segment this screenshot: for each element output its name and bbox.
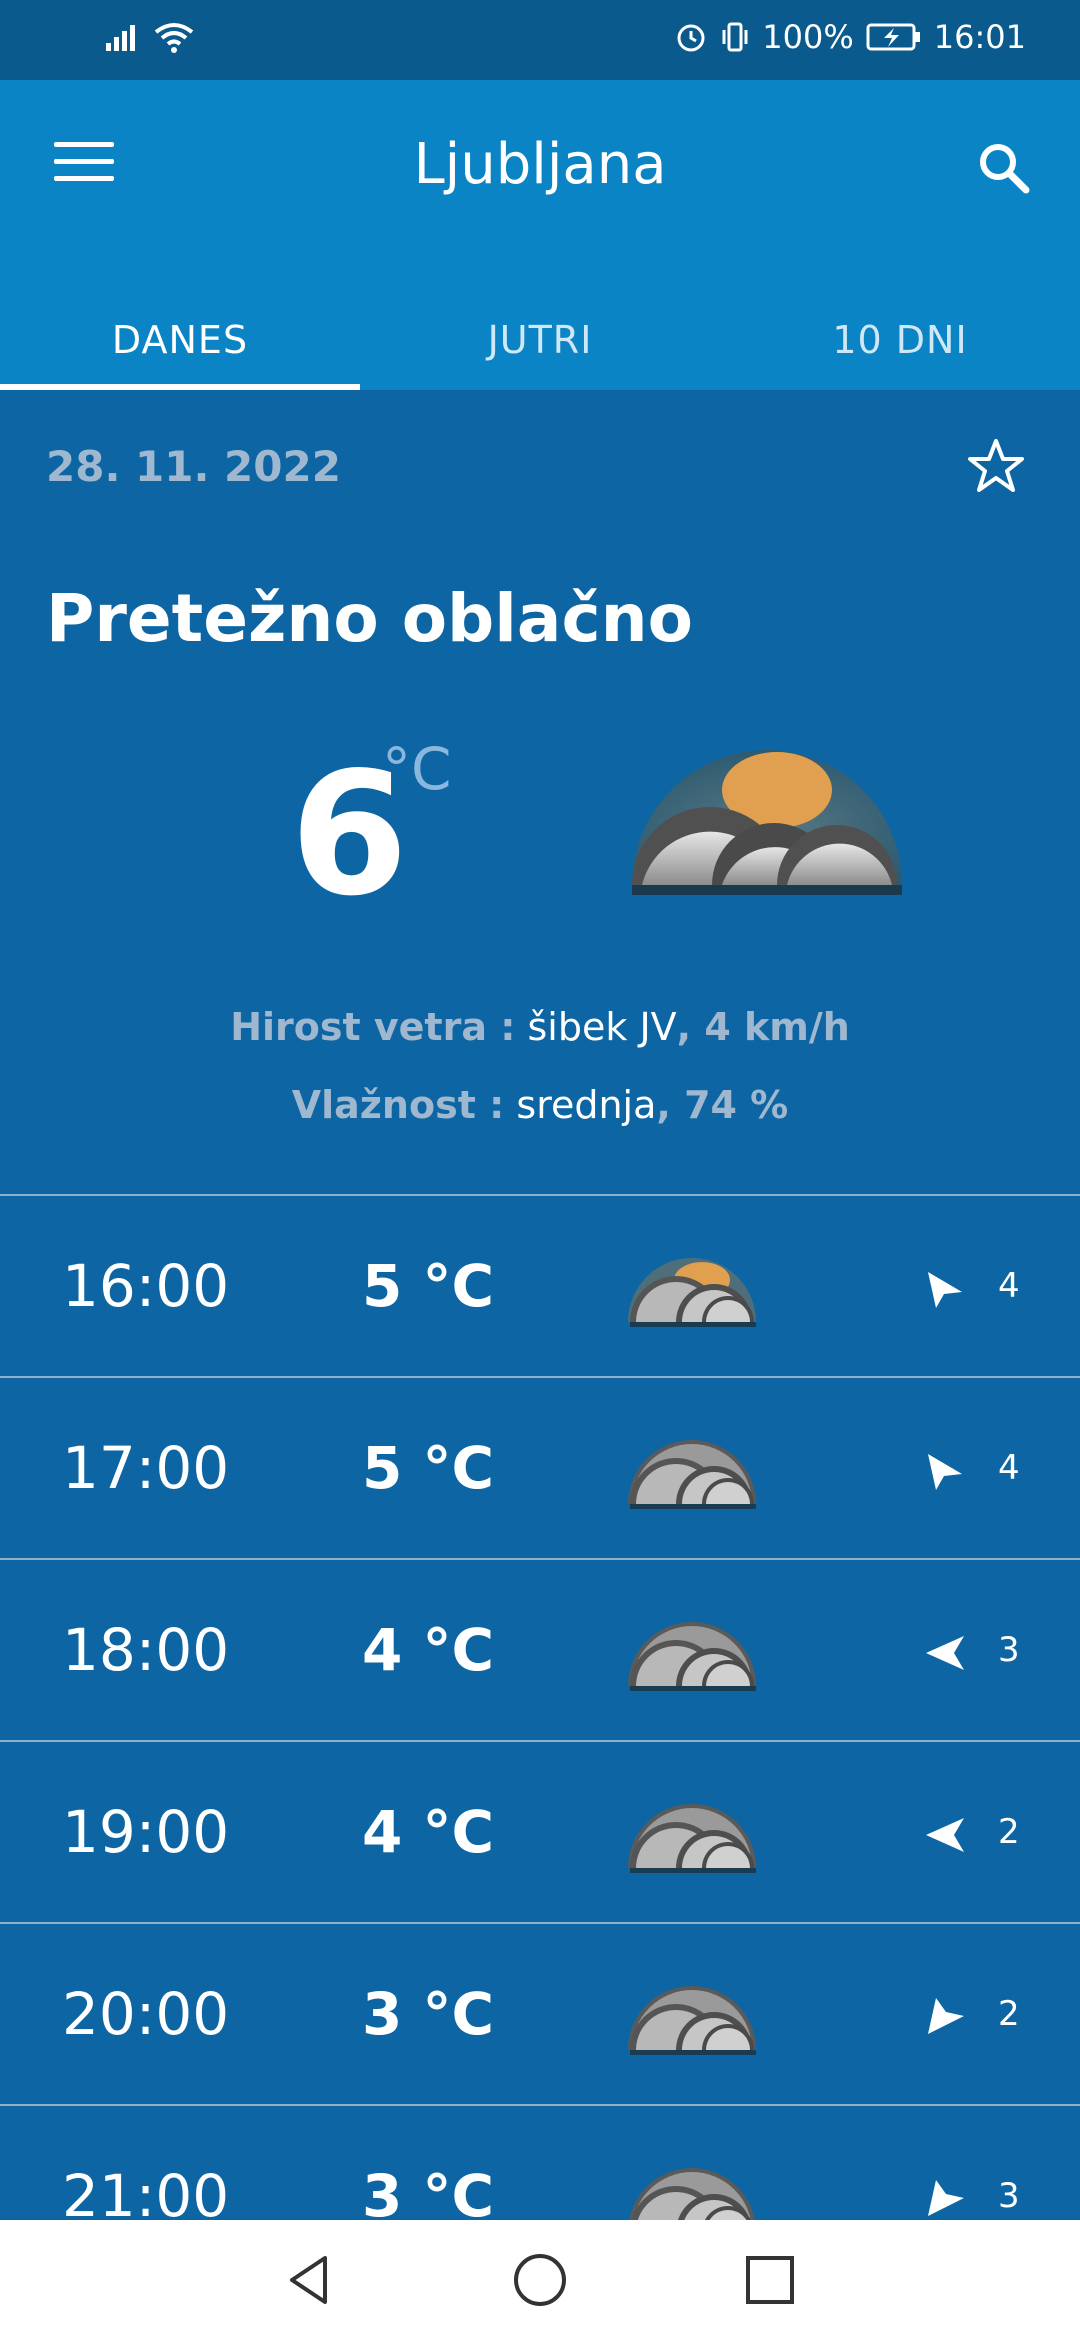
tab-jutri[interactable]: JUTRI — [360, 290, 720, 390]
app-bar: Ljubljana DANES JUTRI 10 DNI — [0, 80, 1080, 390]
home-icon[interactable] — [510, 2250, 570, 2310]
hourly-row[interactable]: 17:00 5 °C 4 — [0, 1376, 1080, 1558]
recents-icon[interactable] — [740, 2250, 800, 2310]
hourly-row[interactable]: 20:00 3 °C 2 — [0, 1922, 1080, 2104]
cloudy-icon — [628, 1804, 756, 1873]
hour-wind-speed: 3 — [998, 1630, 1020, 1670]
hourly-list: 16:00 5 °C 4 17:00 5 °C 4 18:00 4 °C 3 1… — [0, 1194, 1080, 2286]
wind-direction-icon — [928, 1998, 964, 2034]
hour-temperature: 5 °C — [362, 1252, 495, 1320]
wind-label: Hirost vetra : — [230, 1005, 516, 1049]
cloudy-icon — [628, 1440, 756, 1509]
search-icon[interactable] — [974, 138, 1034, 198]
wind-direction-icon — [928, 1454, 962, 1490]
wind-direction-icon — [928, 1272, 962, 1308]
hour-temperature: 5 °C — [362, 1434, 495, 1502]
wind-direction-icon — [926, 1818, 964, 1852]
page-title: Ljubljana — [413, 132, 667, 197]
tab-bar: DANES JUTRI 10 DNI — [0, 290, 1080, 390]
hour-temperature: 3 °C — [362, 1980, 495, 2048]
status-bar: 100% 16:01 — [0, 0, 1080, 80]
hour-time: 16:00 — [62, 1252, 230, 1320]
battery-percent: 100% — [762, 18, 854, 56]
hour-temperature: 4 °C — [362, 1798, 495, 1866]
signal-icon — [106, 25, 135, 51]
clock: 16:01 — [933, 18, 1026, 56]
hour-time: 20:00 — [62, 1980, 230, 2048]
tab-10-dni[interactable]: 10 DNI — [720, 290, 1080, 390]
cloudy-icon — [628, 1986, 756, 2055]
current-weather: 28. 11. 2022 Pretežno oblačno 6 °C Hiros… — [0, 390, 1080, 1195]
hour-time: 19:00 — [62, 1798, 230, 1866]
humidity-percent: , 74 % — [656, 1083, 789, 1127]
hour-time: 18:00 — [62, 1616, 230, 1684]
hour-wind-speed: 4 — [998, 1448, 1020, 1488]
battery-charging-icon — [866, 23, 920, 51]
partly-cloudy-icon — [632, 750, 902, 895]
wind-value: šibek JV — [527, 1005, 677, 1049]
navigation-bar — [0, 2220, 1080, 2340]
humidity-label: Vlažnost : — [291, 1083, 505, 1127]
star-icon[interactable] — [966, 436, 1026, 496]
back-icon[interactable] — [280, 2250, 340, 2310]
date-label: 28. 11. 2022 — [46, 442, 341, 491]
hour-temperature: 4 °C — [362, 1616, 495, 1684]
temperature-unit: °C — [382, 735, 452, 803]
tab-danes[interactable]: DANES — [0, 290, 360, 390]
humidity-info: Vlažnost : srednja, 74 % — [0, 1083, 1080, 1127]
hour-wind-speed: 2 — [998, 1812, 1020, 1852]
hourly-row[interactable]: 16:00 5 °C 4 — [0, 1194, 1080, 1376]
hourly-row[interactable]: 18:00 4 °C 3 — [0, 1558, 1080, 1740]
condition-label: Pretežno oblačno — [46, 580, 693, 657]
wind-info: Hirost vetra : šibek JV, 4 km/h — [0, 1005, 1080, 1049]
vibrate-icon — [722, 22, 748, 52]
cloudy-icon — [628, 1622, 756, 1691]
partly-cloudy-icon — [628, 1258, 756, 1327]
hour-wind-speed: 4 — [998, 1266, 1020, 1306]
wind-direction-icon — [926, 1636, 964, 1670]
wind-direction-icon — [928, 2180, 964, 2216]
hour-time: 17:00 — [62, 1434, 230, 1502]
hourly-row[interactable]: 19:00 4 °C 2 — [0, 1740, 1080, 1922]
humidity-value: srednja — [516, 1083, 657, 1127]
wind-speed: , 4 km/h — [676, 1005, 850, 1049]
alarm-icon — [677, 24, 705, 52]
hour-wind-speed: 2 — [998, 1994, 1020, 2034]
wifi-icon — [154, 23, 194, 53]
